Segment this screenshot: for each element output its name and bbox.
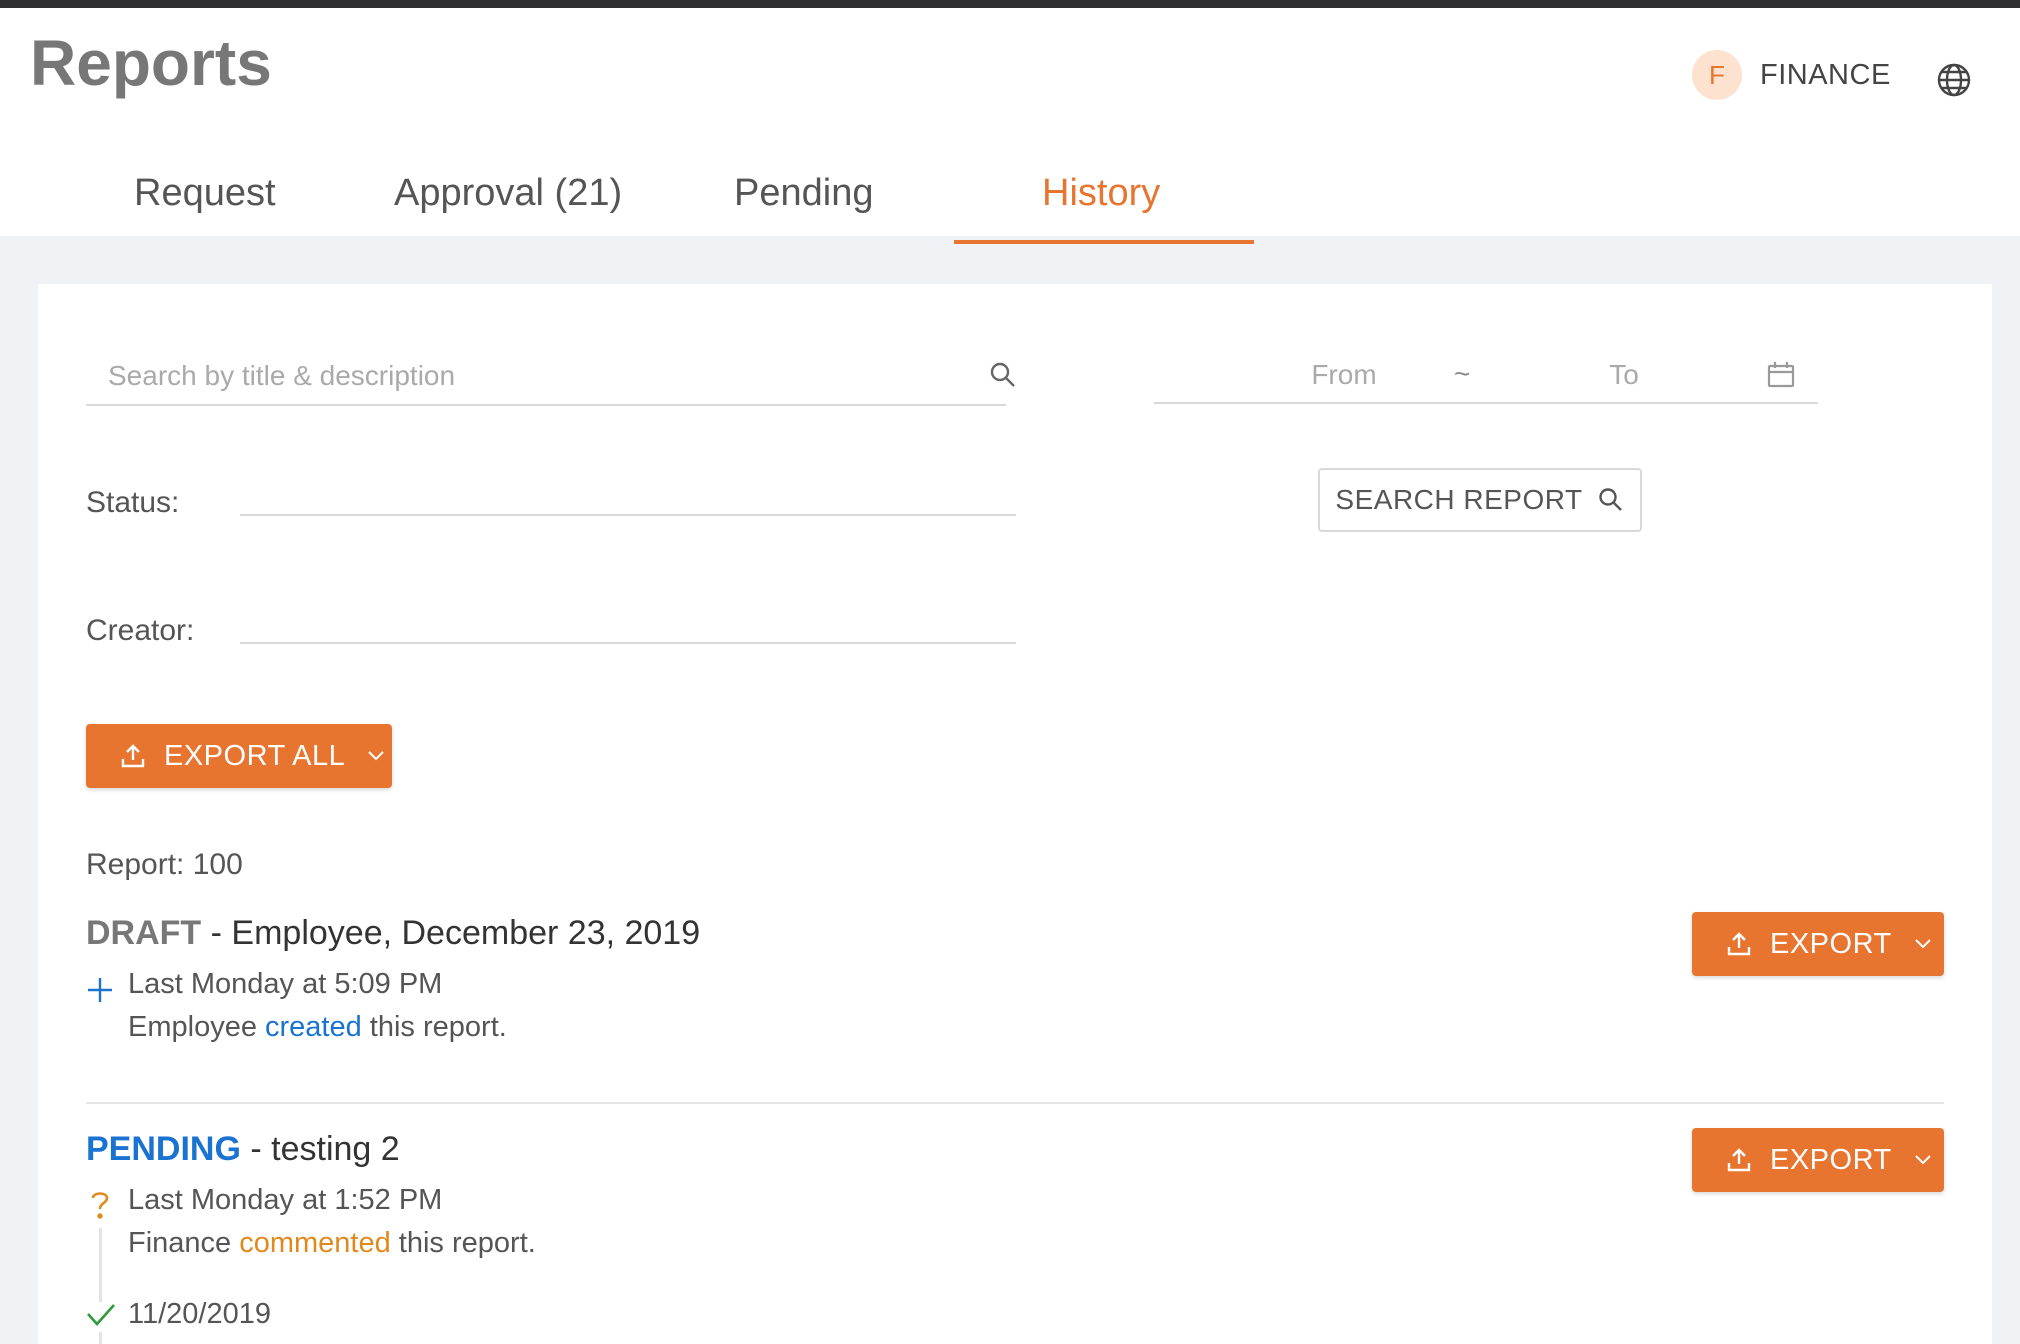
export-all-label: EXPORT ALL xyxy=(164,739,346,772)
tab-bar: Request Approval (21) Pending History xyxy=(0,158,1300,244)
question-icon xyxy=(86,1188,114,1219)
export-button[interactable]: EXPORT xyxy=(1692,1128,1944,1192)
export-button[interactable]: EXPORT xyxy=(1692,912,1944,976)
window-top-border xyxy=(0,0,2020,8)
globe-icon[interactable] xyxy=(1934,60,1974,100)
report-title[interactable]: DRAFT - Employee, December 23, 2019 xyxy=(86,914,700,953)
report-count: Report: 100 xyxy=(86,848,243,881)
chevron-down-icon xyxy=(368,751,384,761)
search-icon xyxy=(1598,488,1622,511)
export-all-button[interactable]: EXPORT ALL xyxy=(86,724,392,788)
date-range-picker: ~ xyxy=(1154,350,1818,404)
search-report-button[interactable]: SEARCH REPORT xyxy=(1318,468,1642,532)
event-action-link[interactable]: commented xyxy=(239,1227,391,1259)
export-label: EXPORT xyxy=(1770,1143,1892,1176)
avatar: F xyxy=(1692,50,1742,100)
tab-history[interactable]: History xyxy=(1042,172,1160,215)
search-input[interactable] xyxy=(86,350,946,402)
search-icon[interactable] xyxy=(988,360,1018,390)
report-name: - testing 2 xyxy=(240,1130,400,1168)
tab-pending[interactable]: Pending xyxy=(734,172,873,215)
search-report-label: SEARCH REPORT xyxy=(1335,484,1583,515)
export-label: EXPORT xyxy=(1770,927,1892,960)
event-suffix: this report. xyxy=(390,1227,536,1259)
status-badge: PENDING xyxy=(86,1130,241,1168)
event-suffix: this report. xyxy=(361,1011,507,1043)
upload-icon xyxy=(121,744,145,768)
page-header: Reports F FINANCE Request Approval (21) … xyxy=(0,8,2020,244)
event-description: Employee created this report. xyxy=(128,1011,507,1044)
date-separator: ~ xyxy=(1454,358,1471,389)
page-title: Reports xyxy=(30,27,272,99)
tab-approval[interactable]: Approval (21) xyxy=(394,172,622,215)
event-action-link[interactable]: created xyxy=(265,1011,362,1043)
event-actor: Finance xyxy=(128,1227,240,1259)
event-time: Last Monday at 5:09 PM xyxy=(128,968,443,1000)
report-divider xyxy=(86,1102,1944,1104)
event-actor: Employee xyxy=(128,1011,266,1043)
history-panel: ~ Status: SEARCH REPORT Creator: EXPORT … xyxy=(38,284,1992,1344)
user-menu[interactable]: F FINANCE xyxy=(1692,50,1891,100)
event-description: Finance commented this report. xyxy=(128,1227,536,1260)
date-from-input[interactable] xyxy=(1254,350,1434,400)
status-select[interactable] xyxy=(240,466,1016,516)
check-icon xyxy=(86,1302,115,1332)
tab-request[interactable]: Request xyxy=(134,172,276,215)
report-name: - Employee, December 23, 2019 xyxy=(201,914,701,952)
chevron-down-icon xyxy=(1915,1155,1931,1165)
status-label: Status: xyxy=(86,486,180,519)
search-field xyxy=(86,350,1015,406)
event-time: 11/20/2019 xyxy=(128,1298,271,1330)
calendar-icon[interactable] xyxy=(1766,360,1796,390)
event-time: Last Monday at 1:52 PM xyxy=(128,1184,443,1216)
upload-icon xyxy=(1727,1148,1751,1172)
date-to-input[interactable] xyxy=(1534,350,1714,400)
creator-label: Creator: xyxy=(86,614,195,647)
active-tab-indicator xyxy=(954,240,1254,244)
upload-icon xyxy=(1727,932,1751,956)
report-title[interactable]: PENDING - testing 2 xyxy=(86,1130,400,1169)
chevron-down-icon xyxy=(1915,939,1931,949)
creator-select[interactable] xyxy=(240,594,1016,644)
user-name: FINANCE xyxy=(1760,58,1891,91)
status-badge: DRAFT xyxy=(86,914,202,952)
plus-icon xyxy=(86,974,114,1004)
